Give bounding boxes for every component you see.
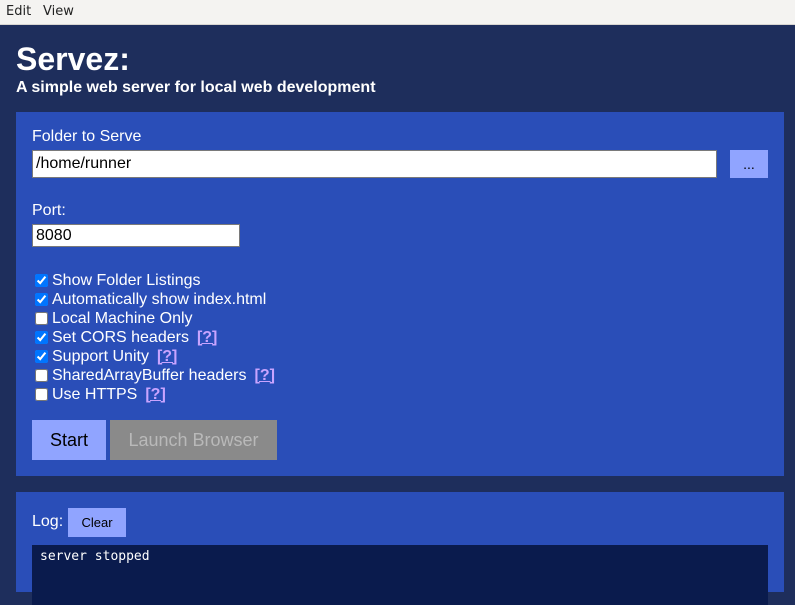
menu-edit[interactable]: Edit — [6, 4, 31, 20]
folder-label: Folder to Serve — [32, 128, 142, 145]
shared-array-buffer-help-link[interactable]: [?] — [254, 367, 274, 385]
log-label: Log: — [32, 513, 64, 530]
log-panel: Log: Clear server stopped — [16, 492, 784, 605]
unity-label: Support Unity — [52, 347, 149, 365]
app-subtitle: A simple web server for local web develo… — [16, 79, 376, 96]
https-checkbox[interactable] — [35, 388, 48, 401]
unity-checkbox[interactable] — [35, 350, 48, 363]
shared-array-buffer-label: SharedArrayBuffer headers — [52, 366, 247, 384]
app-title: Servez: — [16, 41, 130, 77]
shared-array-buffer-checkbox[interactable] — [35, 369, 48, 382]
cors-help-link[interactable]: [?] — [197, 329, 217, 347]
log-line: server stopped — [40, 549, 150, 564]
port-label: Port: — [32, 202, 66, 219]
option-https: Use HTTPS [?] — [35, 385, 166, 404]
start-button[interactable]: Start — [32, 420, 106, 460]
option-local-only: Local Machine Only — [35, 309, 193, 328]
https-help-link[interactable]: [?] — [145, 386, 165, 404]
auto-index-checkbox[interactable] — [35, 293, 48, 306]
settings-panel: Folder to Serve ... Port: Show Folder Li… — [16, 112, 784, 476]
folder-input[interactable] — [32, 150, 717, 178]
unity-help-link[interactable]: [?] — [157, 348, 177, 366]
cors-checkbox[interactable] — [35, 331, 48, 344]
option-show-folder-listings: Show Folder Listings — [35, 271, 201, 290]
log-output: server stopped — [32, 545, 768, 605]
browse-folder-button[interactable]: ... — [730, 150, 768, 178]
local-only-label: Local Machine Only — [52, 309, 193, 327]
launch-browser-button[interactable]: Launch Browser — [110, 420, 277, 460]
clear-log-button[interactable]: Clear — [68, 508, 126, 537]
option-shared-array-buffer: SharedArrayBuffer headers [?] — [35, 366, 275, 385]
port-input[interactable] — [32, 224, 240, 247]
option-auto-index: Automatically show index.html — [35, 290, 266, 309]
show-folder-listings-label: Show Folder Listings — [52, 271, 201, 289]
menu-view[interactable]: View — [43, 4, 74, 20]
https-label: Use HTTPS — [52, 385, 138, 403]
option-unity: Support Unity [?] — [35, 347, 177, 366]
auto-index-label: Automatically show index.html — [52, 290, 267, 308]
option-cors: Set CORS headers [?] — [35, 328, 217, 347]
cors-label: Set CORS headers — [52, 328, 189, 346]
menu-bar: Edit View — [0, 0, 795, 25]
show-folder-listings-checkbox[interactable] — [35, 274, 48, 287]
local-only-checkbox[interactable] — [35, 312, 48, 325]
